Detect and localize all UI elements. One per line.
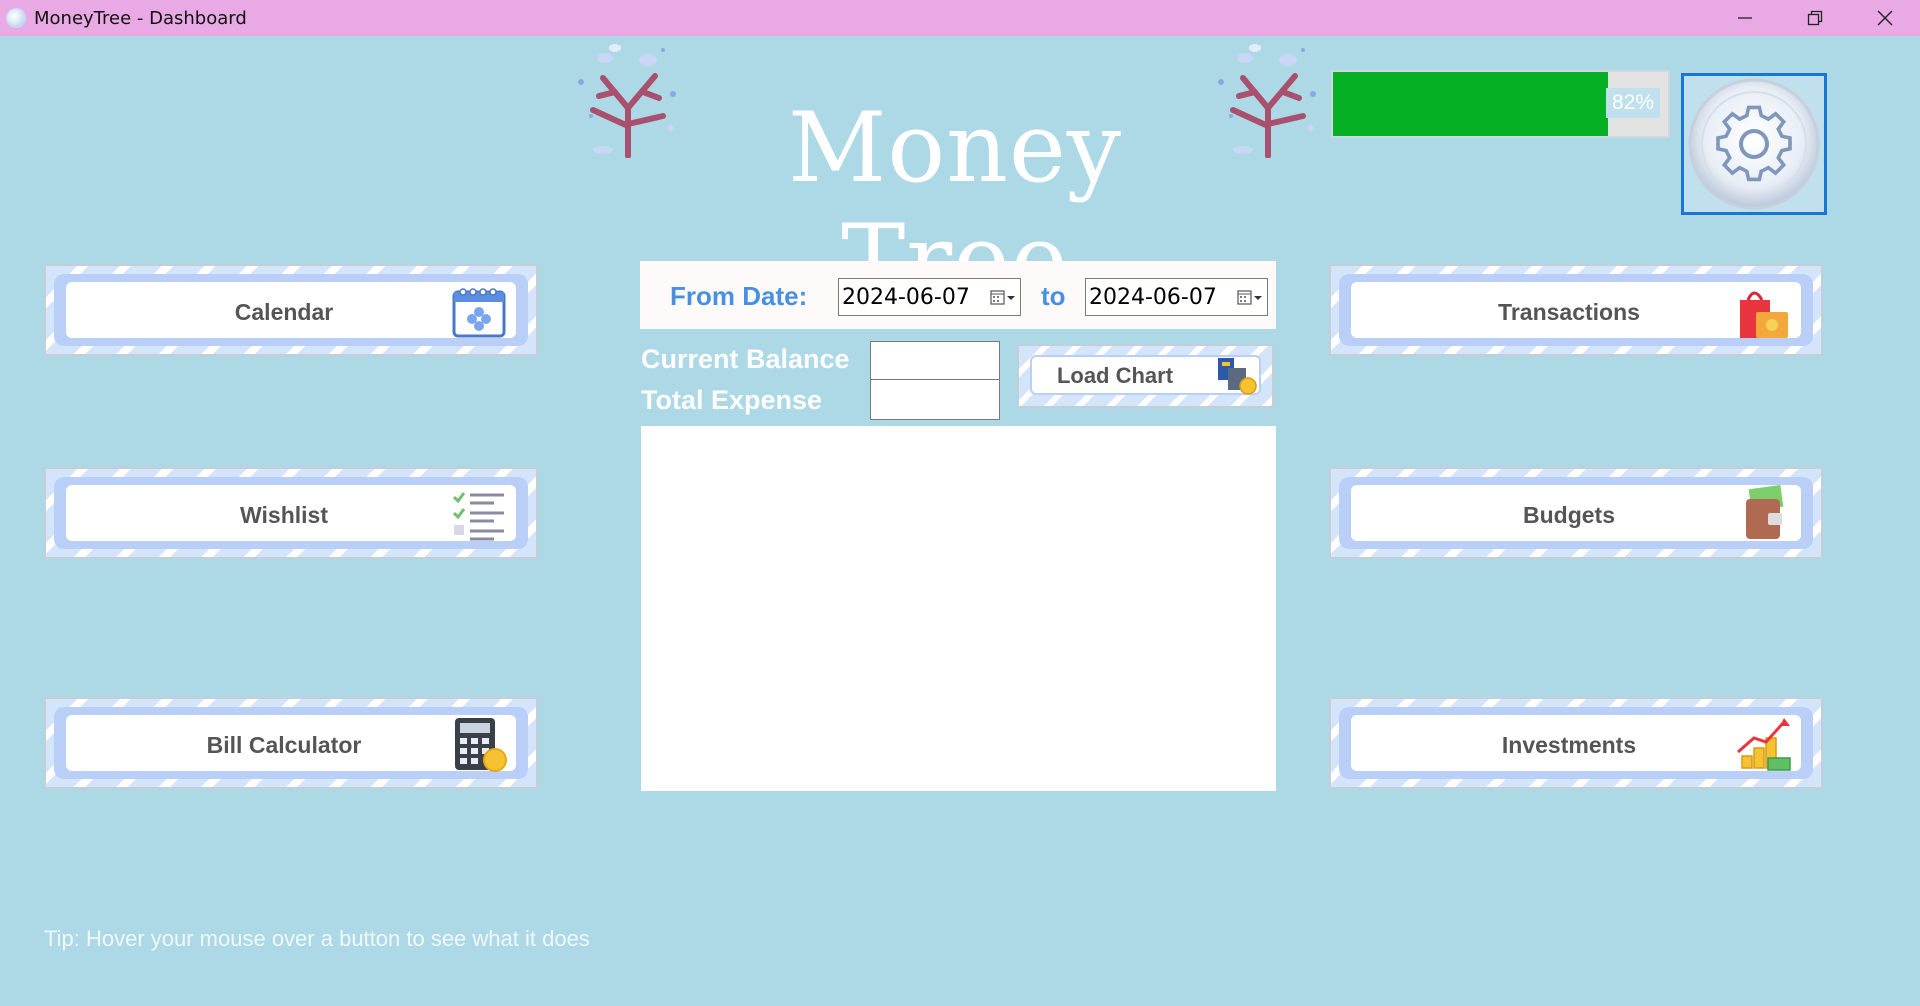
shopping-bag-icon [1733,280,1795,344]
transactions-button[interactable]: Transactions [1329,264,1823,356]
investments-button-label: Investments [1501,731,1637,758]
load-chart-button[interactable]: Load Chart [1017,344,1274,408]
chart-cards-icon [1214,356,1258,396]
from-date-label: From Date: [670,281,808,311]
minimize-button[interactable] [1710,0,1780,36]
from-date-dropdown-button[interactable] [990,288,1016,308]
money-growth-icon [1733,713,1795,777]
calendar-button[interactable]: Calendar [44,264,538,356]
calendar-icon [448,280,510,344]
transactions-button-label: Transactions [1498,298,1640,325]
close-icon [1877,10,1893,26]
progress-fill [1333,72,1608,136]
calendar-dropdown-icon [1237,290,1262,305]
bill-calculator-button-label: Bill Calculator [206,731,362,758]
from-date-value: 2024-06-07 [842,284,970,310]
date-filter-panel: From Date: 2024-06-07 to 2024-06-07 [640,261,1276,329]
window-controls [1710,0,1920,36]
to-date-value: 2024-06-07 [1089,284,1217,310]
chart-area [641,426,1276,791]
progress-label: 82% [1606,88,1660,118]
tip-text: Tip: Hover your mouse over a button to s… [44,926,590,951]
calendar-button-label: Calendar [234,298,334,325]
current-balance-field [870,341,1000,382]
wallet-icon [1733,483,1795,547]
minimize-icon [1738,17,1752,19]
budgets-button-label: Budgets [1523,501,1615,528]
tree-right-icon [1218,44,1316,158]
to-date-label: to [1041,281,1066,311]
window-title: MoneyTree - Dashboard [34,7,247,29]
checklist-icon [448,483,510,547]
gear-icon [1688,78,1820,210]
total-expense-label: Total Expense [641,385,823,415]
restore-icon [1807,10,1823,26]
budgets-button[interactable]: Budgets [1329,467,1823,559]
calendar-dropdown-icon [990,290,1015,305]
app-logo-icon [6,8,26,28]
load-chart-button-label: Load Chart [1056,363,1174,388]
current-balance-label: Current Balance [641,344,850,374]
to-date-picker[interactable]: 2024-06-07 [1085,278,1268,316]
wishlist-button[interactable]: Wishlist [44,467,538,559]
title-bar: MoneyTree - Dashboard [0,0,1920,36]
bill-calculator-button[interactable]: Bill Calculator [44,697,538,789]
calculator-icon [448,713,510,777]
tree-left-icon [578,44,676,158]
from-date-picker[interactable]: 2024-06-07 [838,278,1021,316]
investments-button[interactable]: Investments [1329,697,1823,789]
close-button[interactable] [1850,0,1920,36]
to-date-dropdown-button[interactable] [1237,288,1263,308]
total-expense-field [870,379,1000,420]
wishlist-button-label: Wishlist [240,501,328,528]
settings-button[interactable] [1681,73,1827,215]
restore-button[interactable] [1780,0,1850,36]
